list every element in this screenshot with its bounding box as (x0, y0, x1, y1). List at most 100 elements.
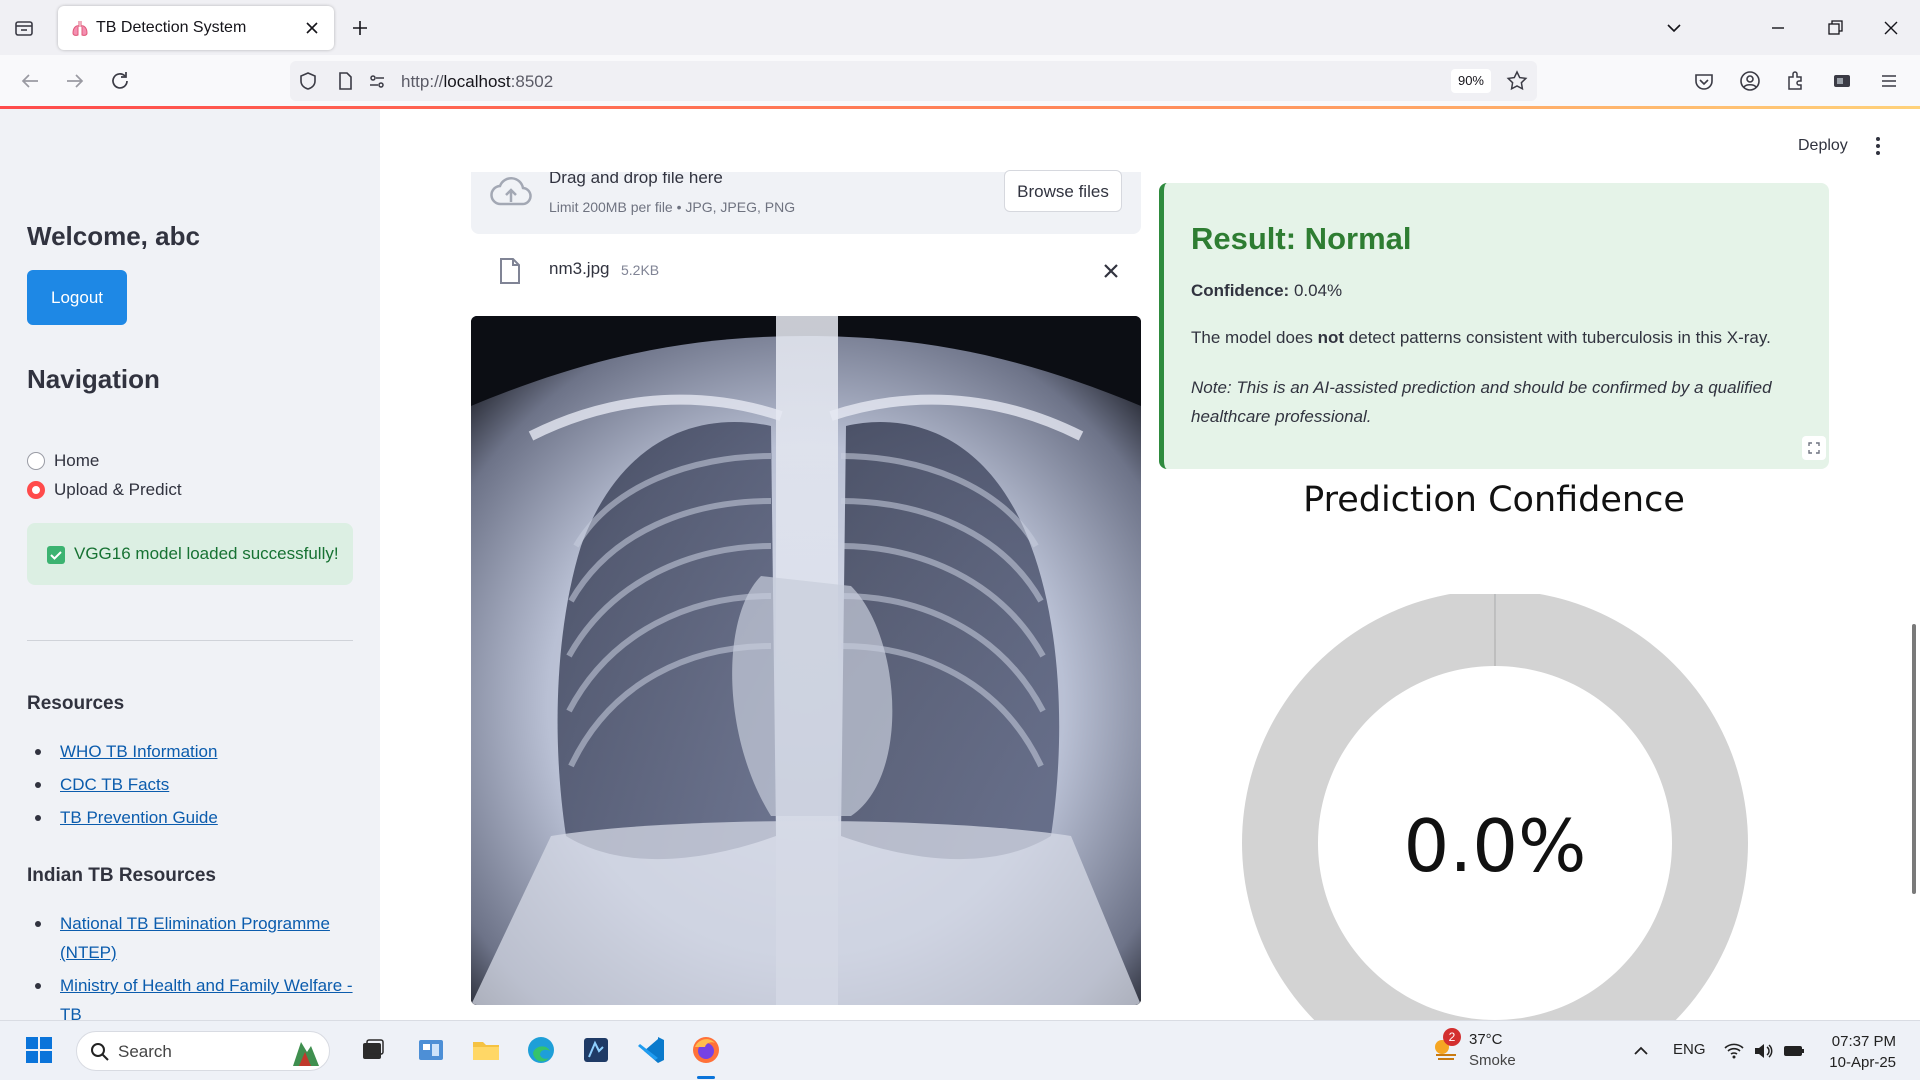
url-prefix: http:// (401, 72, 444, 91)
page-icon[interactable] (334, 70, 356, 92)
file-explorer-icon[interactable] (469, 1033, 503, 1067)
back-icon[interactable] (16, 67, 44, 95)
link-tb-prevention[interactable]: TB Prevention Guide (60, 808, 218, 827)
battery-icon[interactable] (1782, 1040, 1806, 1062)
list-item: CDC TB Facts (27, 770, 357, 799)
account-icon[interactable] (1736, 67, 1764, 95)
tab-list-icon[interactable] (12, 16, 36, 40)
chart-title: Prediction Confidence (1303, 480, 1685, 520)
edge-icon[interactable] (524, 1033, 558, 1067)
new-tab-icon[interactable] (348, 16, 372, 40)
confidence-line: Confidence: 0.04% (1191, 281, 1342, 301)
indian-resources-heading: Indian TB Resources (27, 865, 216, 886)
app-icon[interactable] (579, 1033, 613, 1067)
file-icon (500, 258, 520, 284)
chevron-up-icon[interactable] (1631, 1041, 1651, 1061)
description-bold: not (1317, 328, 1345, 347)
fullscreen-icon[interactable] (1802, 436, 1826, 460)
volume-icon[interactable] (1752, 1040, 1774, 1062)
description-post: detect patterns consistent with tubercul… (1344, 328, 1771, 347)
close-tab-icon[interactable] (300, 16, 324, 40)
uploaded-file-size: 5.2KB (621, 262, 660, 278)
cloud-upload-icon (490, 177, 532, 206)
clock-time: 07:37 PM (1831, 1033, 1896, 1050)
search-highlight-icon (293, 1042, 319, 1066)
reload-icon[interactable] (106, 67, 134, 95)
vscode-icon[interactable] (634, 1033, 668, 1067)
minimize-icon[interactable] (1764, 14, 1792, 42)
link-ntep[interactable]: National TB Elimination Programme (NTEP) (60, 914, 330, 962)
sidebar: Welcome, abc Logout Navigation Home Uplo… (0, 109, 380, 1020)
model-loaded-alert: VGG16 model loaded successfully! (27, 523, 353, 585)
weather-description: Smoke (1469, 1052, 1516, 1069)
list-item: National TB Elimination Programme (NTEP) (27, 909, 357, 967)
link-mohfw-tb[interactable]: Ministry of Health and Family Welfare - … (60, 976, 353, 1020)
indian-resources-list: National TB Elimination Programme (NTEP)… (27, 909, 357, 1020)
shield-icon[interactable] (297, 70, 319, 92)
permissions-icon[interactable] (366, 70, 388, 92)
zoom-badge[interactable]: 90% (1450, 69, 1491, 93)
restore-icon[interactable] (1821, 14, 1849, 42)
close-window-icon[interactable] (1877, 14, 1905, 42)
weather-badge: 2 (1443, 1028, 1461, 1046)
success-message: VGG16 model loaded successfully! (74, 544, 339, 563)
list-item: Ministry of Health and Family Welfare - … (27, 971, 357, 1020)
firefox-icon[interactable] (689, 1033, 723, 1067)
url-text: http://localhost:8502 (401, 72, 553, 92)
remove-file-icon[interactable] (1100, 260, 1122, 282)
url-port: :8502 (510, 72, 554, 91)
bookmark-star-icon[interactable] (1505, 69, 1529, 93)
widgets-icon[interactable] (414, 1033, 448, 1067)
more-options-icon[interactable] (1869, 134, 1887, 158)
task-view-icon[interactable] (356, 1033, 390, 1067)
nav-option-home[interactable]: Home (27, 449, 367, 473)
taskbar-search[interactable]: Search (76, 1031, 330, 1071)
donut-center-label: 0.0% (1404, 804, 1587, 888)
url-bar[interactable]: http://localhost:8502 90% (290, 61, 1537, 101)
browser-nav-bar: http://localhost:8502 90% (0, 55, 1920, 107)
result-card: Result: Normal Confidence: 0.04% The mod… (1159, 183, 1829, 469)
dropzone-limit: Limit 200MB per file • JPG, JPEG, PNG (549, 199, 796, 215)
browser-tab-bar: TB Detection System (0, 0, 1920, 55)
browser-tab[interactable]: TB Detection System (58, 6, 334, 50)
list-all-tabs-icon[interactable] (1660, 14, 1688, 42)
dropzone-instructions: Drag and drop file here (549, 172, 723, 187)
windows-start-icon[interactable] (22, 1033, 56, 1067)
taskbar: Search 2 37°C Smoke ENG 07:37 PM 10-Apr-… (0, 1020, 1920, 1080)
nav-option-upload-predict[interactable]: Upload & Predict (27, 478, 367, 502)
description-pre: The model does (1191, 328, 1318, 347)
sidebar-divider (27, 640, 353, 641)
logout-button[interactable]: Logout (27, 270, 127, 325)
link-cdc-tb[interactable]: CDC TB Facts (60, 775, 169, 794)
tab-title: TB Detection System (96, 19, 247, 36)
disclaimer-note: Note: This is an AI-assisted prediction … (1191, 378, 1772, 426)
chest-xray-image (471, 316, 1141, 1005)
result-description: The model does not detect patterns consi… (1191, 328, 1771, 348)
browse-files-button[interactable]: Browse files (1004, 170, 1122, 212)
resources-heading: Resources (27, 693, 125, 714)
clock-date: 10-Apr-25 (1829, 1054, 1896, 1071)
navigation-heading: Navigation (27, 364, 160, 394)
system-clock[interactable]: 07:37 PM 10-Apr-25 (1822, 1031, 1896, 1073)
uploaded-file-name: nm3.jpg (549, 259, 610, 278)
menu-icon[interactable] (1875, 67, 1903, 95)
lungs-icon (72, 21, 88, 36)
radio-selected-icon (27, 481, 45, 499)
weather-temperature: 37°C (1469, 1031, 1503, 1048)
forward-icon[interactable] (61, 67, 89, 95)
list-item: TB Prevention Guide (27, 803, 357, 832)
container-icon[interactable] (1828, 67, 1856, 95)
active-app-indicator (697, 1076, 715, 1079)
link-who-tb[interactable]: WHO TB Information (60, 742, 217, 761)
xray-drawing (471, 316, 1141, 1005)
search-icon (91, 1043, 109, 1061)
language-indicator[interactable]: ENG (1673, 1041, 1706, 1058)
extensions-icon[interactable] (1781, 67, 1809, 95)
confidence-value: 0.04% (1293, 281, 1343, 300)
search-placeholder: Search (118, 1042, 172, 1061)
checkmark-icon (47, 546, 65, 564)
page-scrollbar[interactable] (1912, 624, 1916, 894)
pocket-icon[interactable] (1690, 67, 1718, 95)
deploy-button[interactable]: Deploy (1798, 137, 1848, 155)
wifi-icon[interactable] (1723, 1040, 1745, 1062)
